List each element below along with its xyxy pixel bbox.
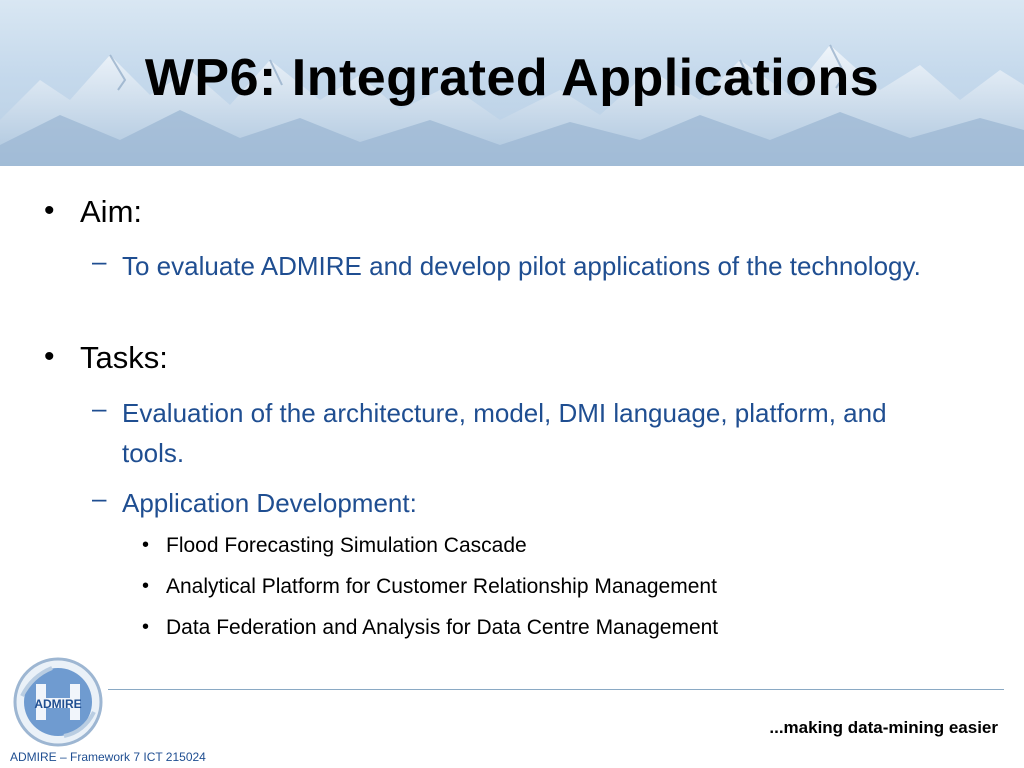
aim-sub-1-text: To evaluate ADMIRE and develop pilot app… [122,251,921,281]
app-item-1: • Flood Forecasting Simulation Cascade [142,534,527,558]
dash-marker: – [92,483,107,513]
aim-sub-1: – To evaluate ADMIRE and develop pilot a… [92,246,942,286]
tagline: ...making data-mining easier [769,718,998,737]
app-item-3: • Data Federation and Analysis for Data … [142,616,718,640]
dash-marker: – [92,246,107,276]
bullet-marker: • [142,616,150,638]
footer-divider [108,689,1004,690]
bullet-marker: • [142,534,150,556]
admire-logo: ADMIRE [13,657,103,747]
tasks-sub-2: – Application Development: [92,483,942,523]
slide-title: WP6: Integrated Applications [144,49,880,107]
footer-project: ADMIRE – Framework 7 ICT 215024 [10,750,206,764]
bullet-marker: • [44,340,55,373]
tasks-sub-2-text: Application Development: [122,488,417,518]
logo-text: ADMIRE [34,697,81,711]
bullet-tasks-label: Tasks: [80,340,168,375]
tasks-sub-1-text: Evaluation of the architecture, model, D… [122,398,887,468]
bullet-aim-label: Aim: [80,194,142,229]
app-item-1-text: Flood Forecasting Simulation Cascade [166,534,527,557]
app-item-2-text: Analytical Platform for Customer Relatio… [166,575,717,598]
dash-marker: – [92,393,107,423]
app-item-3-text: Data Federation and Analysis for Data Ce… [166,616,719,639]
bullet-marker: • [142,575,150,597]
bullet-tasks: • Tasks: [44,340,168,376]
app-item-2: • Analytical Platform for Customer Relat… [142,575,717,599]
bullet-aim: • Aim: [44,194,142,230]
tasks-sub-1: – Evaluation of the architecture, model,… [92,393,942,473]
bullet-marker: • [44,194,55,227]
